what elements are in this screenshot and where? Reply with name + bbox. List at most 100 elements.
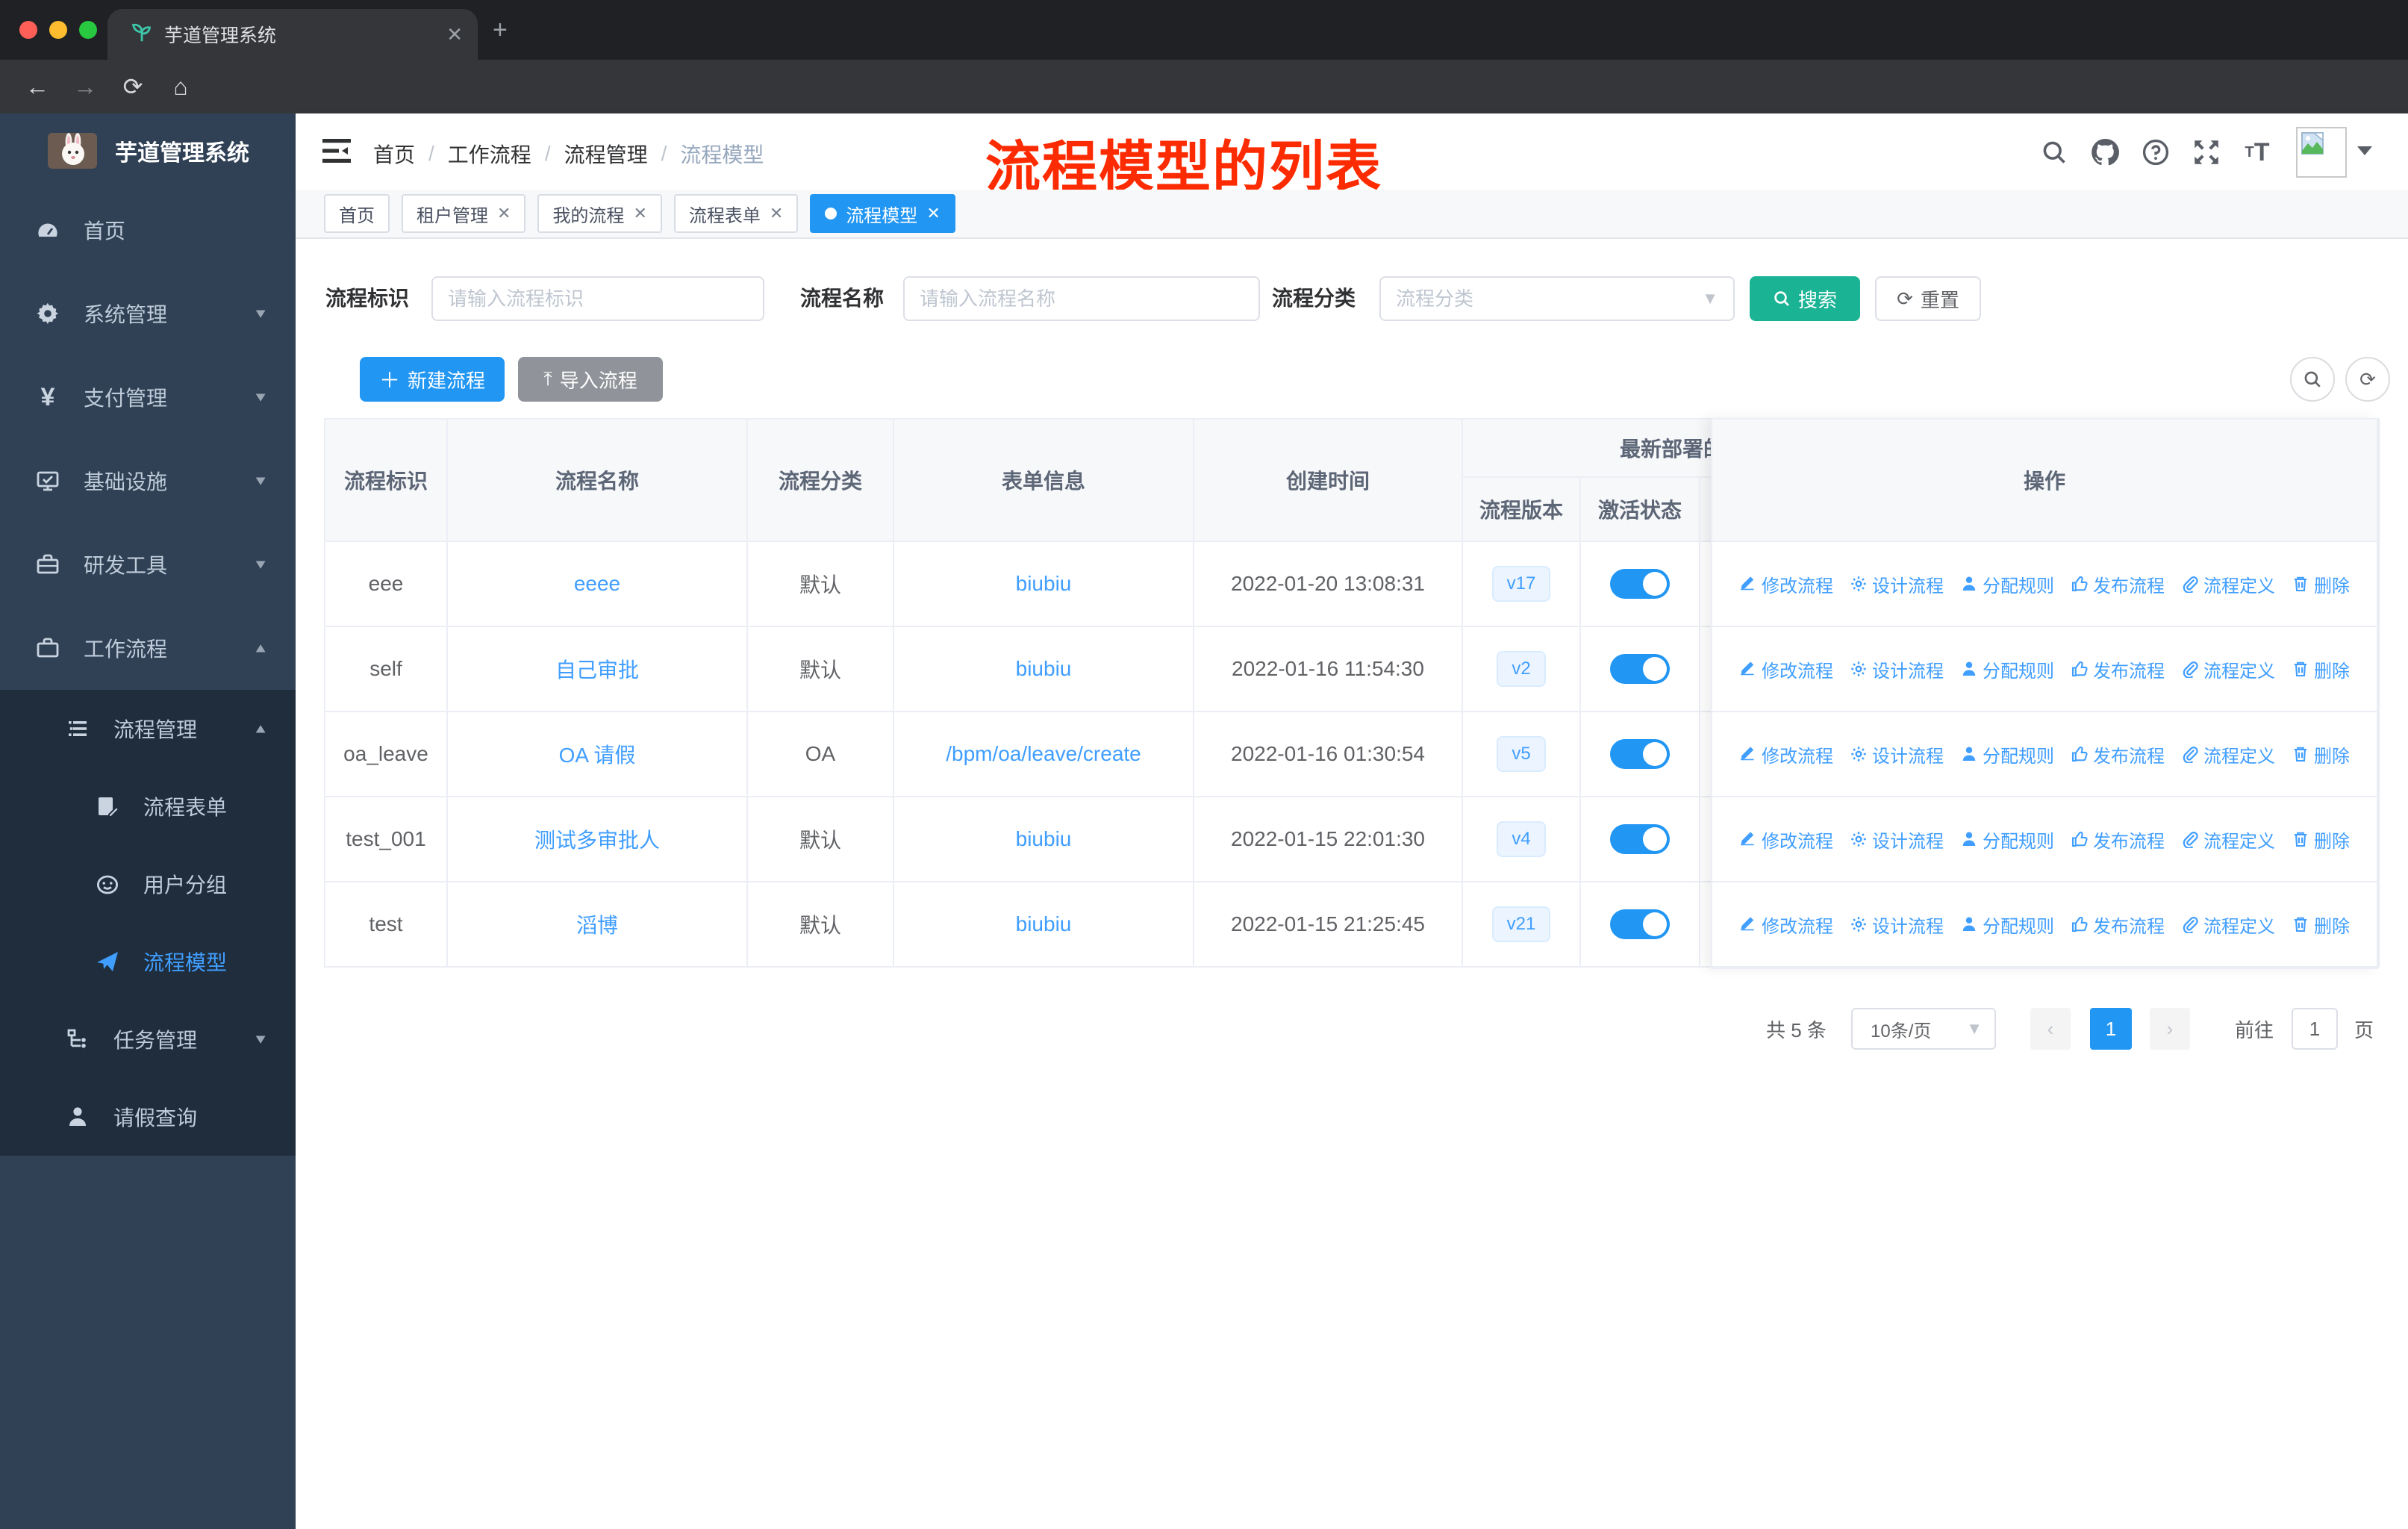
delete-link[interactable]: 删除 — [2292, 571, 2350, 597]
tab-close-icon[interactable]: ✕ — [446, 23, 463, 46]
tag-close-icon[interactable]: ✕ — [633, 204, 646, 223]
assign-rule-link[interactable]: 分配规则 — [1960, 912, 2054, 938]
filter-id-input[interactable]: 请输入流程标识 — [431, 276, 764, 321]
github-icon[interactable] — [2087, 134, 2123, 170]
cell-process-name-link[interactable]: 自己审批 — [555, 658, 639, 682]
page-size-select[interactable]: 10条/页 ▼ — [1851, 1008, 1996, 1050]
breadcrumb-item[interactable]: 首页 — [373, 139, 415, 169]
cell-form-link[interactable]: biubiu — [1016, 912, 1072, 935]
back-icon[interactable]: ← — [21, 70, 54, 103]
sidebar-item-process-mgmt[interactable]: 流程管理 ▲ — [0, 690, 296, 767]
active-toggle[interactable] — [1610, 569, 1670, 599]
tag-process-model[interactable]: 流程模型 ✕ — [810, 194, 955, 233]
sidebar-item-process-form[interactable]: 流程表单 — [0, 767, 296, 845]
delete-link[interactable]: 删除 — [2292, 741, 2350, 767]
cell-form-link[interactable]: biubiu — [1016, 572, 1072, 595]
design-process-link[interactable]: 设计流程 — [1850, 571, 1944, 597]
publish-process-link[interactable]: 发布流程 — [2071, 912, 2165, 938]
cell-process-name-link[interactable]: eeee — [574, 572, 620, 595]
process-definition-link[interactable]: 流程定义 — [2181, 826, 2275, 853]
tag-my-process[interactable]: 我的流程 ✕ — [537, 194, 662, 233]
fullscreen-icon[interactable] — [2189, 134, 2224, 170]
toggle-search-button[interactable] — [2290, 357, 2335, 402]
import-process-button[interactable]: ⤒ 导入流程 — [518, 357, 663, 402]
avatar-caret-icon[interactable] — [2357, 146, 2372, 155]
reload-icon[interactable]: ⟳ — [116, 70, 149, 103]
assign-rule-link[interactable]: 分配规则 — [1960, 656, 2054, 682]
publish-process-link[interactable]: 发布流程 — [2071, 656, 2165, 682]
cell-process-name-link[interactable]: OA 请假 — [559, 744, 636, 767]
publish-process-link[interactable]: 发布流程 — [2071, 571, 2165, 597]
filter-category-select[interactable]: 流程分类 ▼ — [1379, 276, 1735, 321]
create-process-button[interactable]: ＋ 新建流程 — [360, 357, 505, 402]
user-avatar[interactable] — [2296, 127, 2347, 178]
cell-form-link[interactable]: biubiu — [1016, 827, 1072, 850]
active-toggle[interactable] — [1610, 824, 1670, 854]
search-button[interactable]: 搜索 — [1750, 276, 1860, 321]
active-toggle[interactable] — [1610, 654, 1670, 684]
active-toggle[interactable] — [1610, 739, 1670, 769]
cell-process-name-link[interactable]: 测试多审批人 — [534, 829, 660, 852]
assign-rule-link[interactable]: 分配规则 — [1960, 826, 2054, 853]
sidebar-item-infra[interactable]: 基础设施 ▼ — [0, 439, 296, 523]
sidebar-item-user-group[interactable]: 用户分组 — [0, 845, 296, 923]
window-minimize-button[interactable] — [49, 21, 67, 39]
sidebar-item-workflow[interactable]: 工作流程 ▲ — [0, 606, 296, 690]
tag-close-icon[interactable]: ✕ — [926, 204, 940, 223]
cell-form-link[interactable]: /bpm/oa/leave/create — [946, 742, 1141, 765]
design-process-link[interactable]: 设计流程 — [1850, 826, 1944, 853]
tag-tenant[interactable]: 租户管理 ✕ — [402, 194, 526, 233]
refresh-table-button[interactable]: ⟳ — [2345, 357, 2390, 402]
process-definition-link[interactable]: 流程定义 — [2181, 741, 2275, 767]
sidebar-item-home[interactable]: 首页 — [0, 188, 296, 272]
sidebar-item-system[interactable]: 系统管理 ▼ — [0, 272, 296, 355]
cell-form-link[interactable]: biubiu — [1016, 657, 1072, 680]
tag-close-icon[interactable]: ✕ — [497, 204, 511, 223]
delete-link[interactable]: 删除 — [2292, 826, 2350, 853]
forward-icon[interactable]: → — [69, 70, 102, 103]
window-close-button[interactable] — [19, 21, 37, 39]
design-process-link[interactable]: 设计流程 — [1850, 912, 1944, 938]
process-definition-link[interactable]: 流程定义 — [2181, 912, 2275, 938]
prev-page-button[interactable]: ‹ — [2030, 1008, 2071, 1050]
delete-link[interactable]: 删除 — [2292, 912, 2350, 938]
active-toggle[interactable] — [1610, 909, 1670, 939]
assign-rule-link[interactable]: 分配规则 — [1960, 741, 2054, 767]
modify-process-link[interactable]: 修改流程 — [1739, 571, 1833, 597]
process-definition-link[interactable]: 流程定义 — [2181, 571, 2275, 597]
next-page-button[interactable]: › — [2150, 1008, 2190, 1050]
publish-process-link[interactable]: 发布流程 — [2071, 826, 2165, 853]
cell-process-name-link[interactable]: 滔博 — [576, 914, 618, 937]
sidebar-item-pay[interactable]: ¥ 支付管理 ▼ — [0, 355, 296, 439]
sidebar-item-task-mgmt[interactable]: 任务管理 ▼ — [0, 1000, 296, 1078]
browser-tab[interactable]: 芋道管理系统 ✕ — [107, 9, 478, 60]
process-definition-link[interactable]: 流程定义 — [2181, 656, 2275, 682]
delete-link[interactable]: 删除 — [2292, 656, 2350, 682]
goto-page-input[interactable]: 1 — [2292, 1008, 2338, 1050]
sidebar-item-dev[interactable]: 研发工具 ▼ — [0, 523, 296, 606]
search-icon[interactable] — [2036, 134, 2072, 170]
font-size-icon[interactable]: TT — [2239, 134, 2275, 170]
tag-process-form[interactable]: 流程表单 ✕ — [673, 194, 799, 233]
filter-name-input[interactable]: 请输入流程名称 — [903, 276, 1260, 321]
sidebar-item-process-model[interactable]: 流程模型 — [0, 923, 296, 1000]
assign-rule-link[interactable]: 分配规则 — [1960, 571, 2054, 597]
modify-process-link[interactable]: 修改流程 — [1739, 826, 1833, 853]
current-page-button[interactable]: 1 — [2090, 1008, 2132, 1050]
reset-button[interactable]: ⟳ 重置 — [1875, 276, 1981, 321]
breadcrumb-item[interactable]: 工作流程 — [448, 139, 531, 169]
window-zoom-button[interactable] — [79, 21, 97, 39]
breadcrumb-item[interactable]: 流程管理 — [564, 139, 648, 169]
tag-close-icon[interactable]: ✕ — [770, 204, 783, 223]
sidebar-item-leave-query[interactable]: 请假查询 — [0, 1078, 296, 1156]
modify-process-link[interactable]: 修改流程 — [1739, 656, 1833, 682]
sidebar-brand[interactable]: 芋道管理系统 — [0, 113, 296, 188]
design-process-link[interactable]: 设计流程 — [1850, 656, 1944, 682]
tag-home[interactable]: 首页 — [324, 194, 390, 233]
collapse-sidebar-icon[interactable] — [322, 137, 351, 164]
publish-process-link[interactable]: 发布流程 — [2071, 741, 2165, 767]
help-icon[interactable] — [2138, 134, 2174, 170]
home-icon[interactable]: ⌂ — [164, 70, 197, 103]
modify-process-link[interactable]: 修改流程 — [1739, 741, 1833, 767]
modify-process-link[interactable]: 修改流程 — [1739, 912, 1833, 938]
